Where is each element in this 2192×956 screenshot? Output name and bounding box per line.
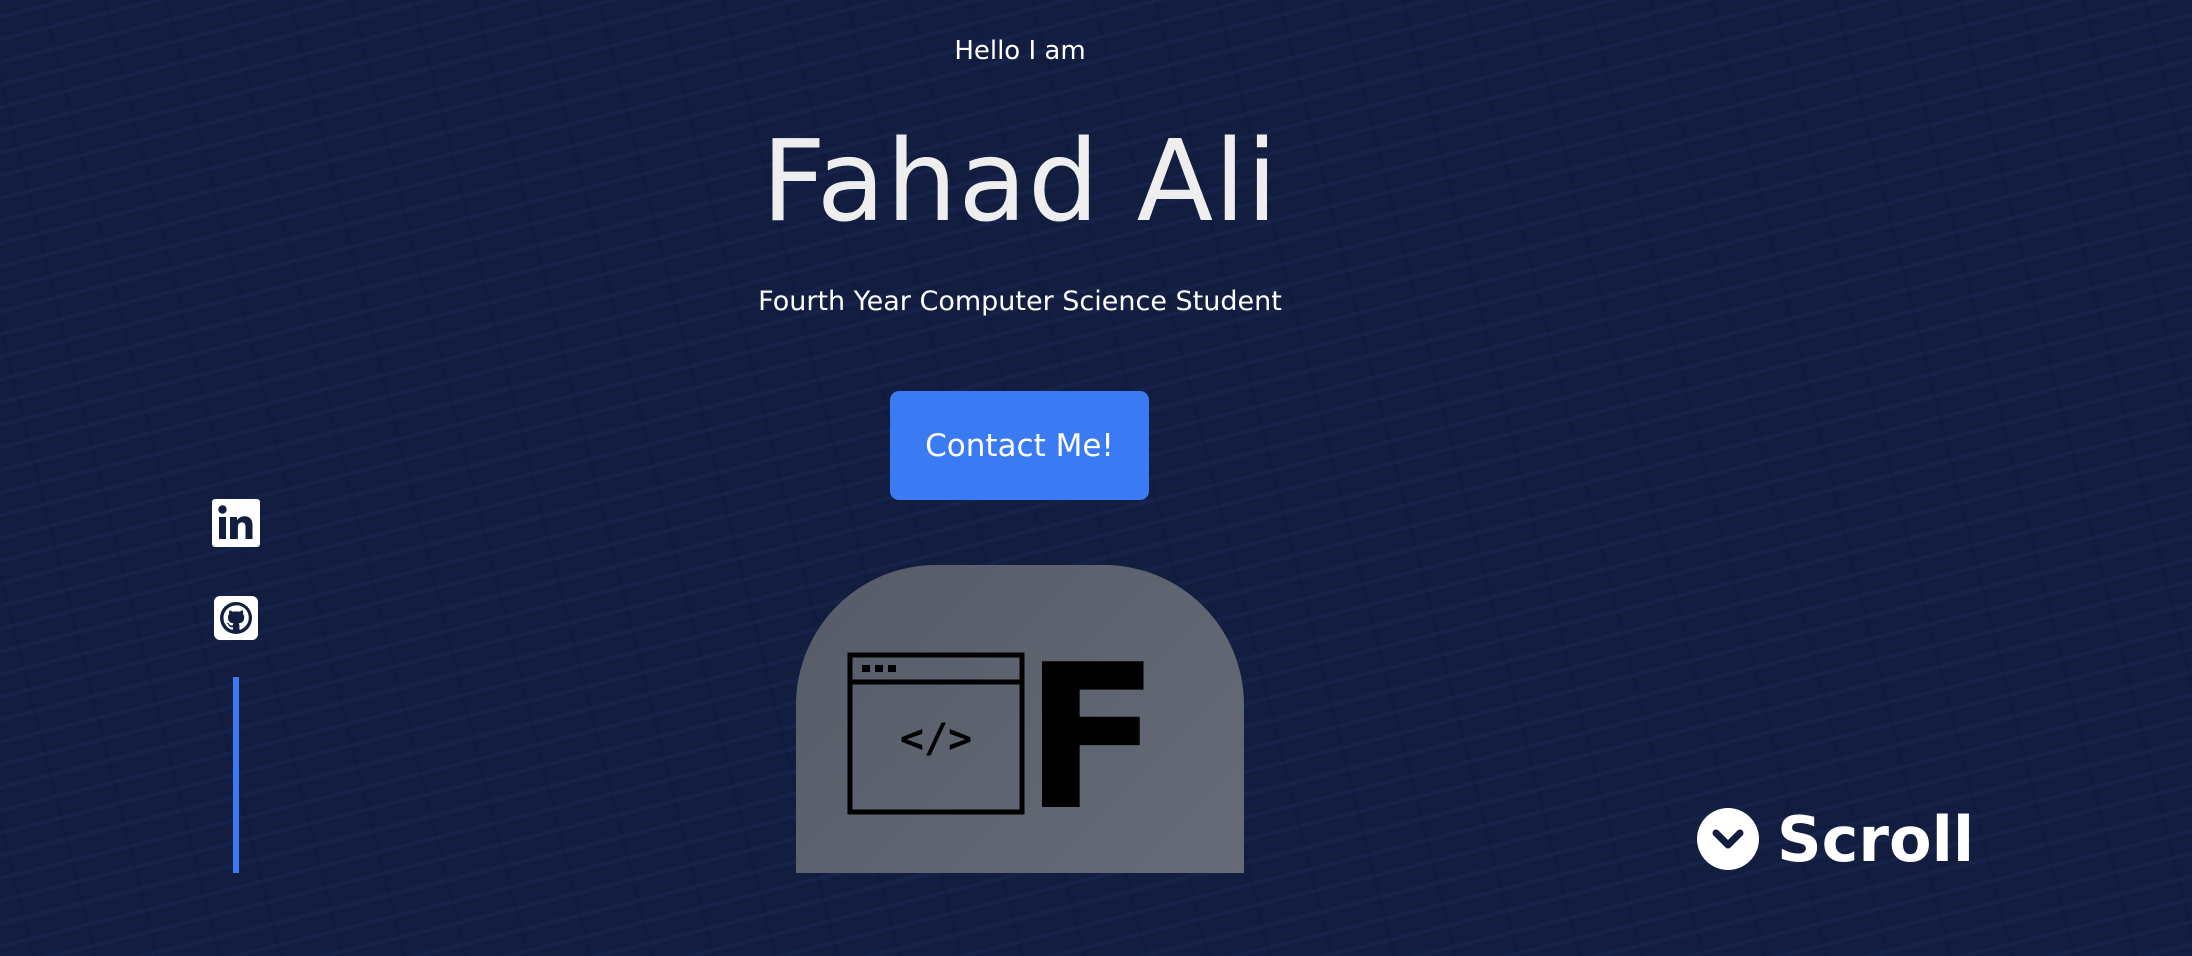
linkedin-icon — [212, 499, 260, 547]
chevron-down-icon — [1697, 808, 1759, 870]
logo-card: </> F — [796, 565, 1244, 873]
contact-me-button[interactable]: Contact Me! — [890, 391, 1149, 500]
logo-letter: F — [1024, 622, 1161, 855]
code-glyph: </> — [900, 716, 972, 762]
hero-name: Fahad Ali — [761, 117, 1279, 247]
linkedin-link[interactable] — [212, 499, 260, 547]
social-divider-line — [233, 677, 239, 873]
github-icon — [214, 596, 258, 640]
hero-subtitle: Fourth Year Computer Science Student — [758, 286, 1282, 317]
greeting: Hello I am — [954, 36, 1086, 66]
scroll-label: Scroll — [1777, 802, 1975, 876]
scroll-indicator[interactable]: Scroll — [1697, 802, 1974, 876]
github-link[interactable] — [212, 596, 260, 644]
code-window-icon: </> — [847, 652, 1025, 815]
